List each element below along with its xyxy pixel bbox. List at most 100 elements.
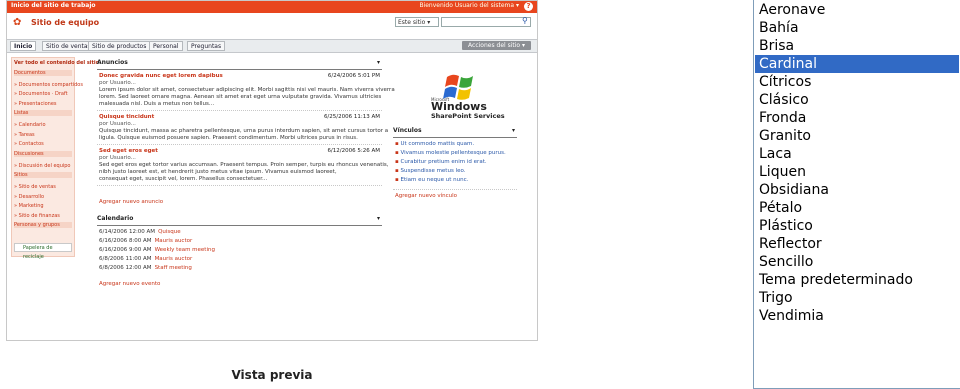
announcement-body-line: ligula. Quisque euismod posuere sapien. …	[99, 135, 358, 141]
calendar-row: 6/14/2006 12:00 AM Quisque	[99, 229, 181, 235]
theme-option[interactable]: Clásico	[757, 91, 957, 109]
nav-section-heading: Personas y grupos	[14, 222, 72, 228]
menu-arrow-icon: ▾	[511, 127, 515, 134]
theme-listbox[interactable]: Aeronave Bahía Brisa Cardinal Cítricos Clásic…	[753, 0, 960, 389]
nav-link: » Discusión del equipo	[14, 162, 71, 169]
calendar-time: 6/16/2006 8:00 AM	[99, 238, 152, 244]
preview-tab-bar: Inicio Sitio de ventas Sitio de producto…	[7, 39, 537, 53]
calendar-row: 6/8/2006 12:00 AM Staff meeting	[99, 265, 192, 271]
preview-tab: Inicio	[10, 41, 37, 51]
calendar-time: 6/14/2006 12:00 AM	[99, 229, 156, 235]
preview-search-input	[441, 17, 531, 27]
add-announcement-link: Agregar nuevo anuncio	[99, 199, 164, 205]
announcement-body-line: lorem. Sed laoreet ornare magna. Aenean …	[99, 94, 382, 100]
nav-section-heading: Listas	[14, 110, 72, 116]
theme-option[interactable]: Trigo	[757, 289, 957, 307]
site-logo-icon: ✿	[13, 17, 22, 28]
nav-link: » Presentaciones	[14, 100, 57, 107]
announcements-header: Anuncios	[97, 59, 128, 66]
preview-titlebar-text: Inicio del sitio de trabajo	[11, 2, 96, 9]
preview-tab: Sitio de productos	[88, 41, 151, 51]
theme-option[interactable]: Liquen	[757, 163, 957, 181]
theme-option[interactable]: Bahía	[757, 19, 957, 37]
windows-sharepoint-logo: Microsoft Windows SharePoint Services	[403, 71, 513, 120]
announcement-title: Quisque tincidunt	[99, 114, 155, 120]
announcement-body-line: Lorem ipsum dolor sit amet, consectetuer…	[99, 87, 395, 93]
menu-arrow-icon: ▾	[376, 215, 380, 222]
theme-option[interactable]: Pétalo	[757, 199, 957, 217]
preview-titlebar: Inicio del sitio de trabajo Bienvenido U…	[7, 1, 537, 13]
preview-announcements: Anuncios ▾ Donec gravida nunc eget lorem…	[97, 59, 395, 209]
calendar-time: 6/8/2006 12:00 AM	[99, 265, 152, 271]
calendar-event: Staff meeting	[154, 265, 192, 271]
links-header: Vínculos	[393, 127, 422, 134]
announcement-date: 6/24/2006 5:01 PM	[327, 73, 380, 79]
nav-link: » Tareas	[14, 131, 35, 138]
logo-line3: SharePoint Services	[431, 112, 505, 120]
calendar-row: 6/16/2006 9:00 AM Weekly team meeting	[99, 247, 215, 253]
theme-option[interactable]: Vendimia	[757, 307, 957, 325]
preview-site-title: Sitio de equipo	[31, 18, 100, 27]
calendar-row: 6/16/2006 8:00 AM Mauris auctor	[99, 238, 192, 244]
theme-option[interactable]: Obsidiana	[757, 181, 957, 199]
announcement-title: Donec gravida nunc eget lorem dapibus	[99, 73, 223, 79]
nav-link: Ver todo el contenido del sitio	[14, 60, 100, 66]
nav-link: » Documentos · Draft	[14, 91, 68, 97]
preview-caption: Vista previa	[231, 368, 313, 382]
preview-search-scope: Este sitio ▾	[395, 17, 439, 27]
theme-option[interactable]: Laca	[757, 145, 957, 163]
link-item: Suspendisse metus leo.	[395, 168, 465, 174]
link-item: Curabitur pretium enim id erat.	[395, 159, 486, 165]
announcement-body-line: Sed eget eros eget tortor varius accumsa…	[99, 162, 389, 168]
search-icon: ⚲	[522, 16, 528, 25]
nav-link: » Documentos compartidos	[14, 81, 83, 88]
announcement-body-line: consequat eget, suscipit vel, lorem. Pha…	[99, 176, 268, 182]
theme-option[interactable]: Granito	[757, 127, 957, 145]
calendar-header: Calendario	[97, 215, 134, 222]
preview-tab: Preguntas	[187, 41, 226, 51]
calendar-event: Mauris auctor	[154, 256, 193, 262]
calendar-event: Quisque	[158, 229, 181, 235]
announcement-body-line: Quisque tincidunt, massa ac pharetra pel…	[99, 128, 389, 134]
preview-links: Vínculos ▾ Ut commodo mattis quam. Vivamu…	[393, 127, 517, 207]
theme-option[interactable]: Cítricos	[757, 73, 957, 91]
calendar-row: 6/8/2006 11:00 AM Mauris auctor	[99, 256, 192, 262]
calendar-time: 6/16/2006 9:00 AM	[99, 247, 152, 253]
announcement-body-line: nibh justo laoreet est, et hendrerit jus…	[99, 169, 337, 175]
preview-tab: Sitio de ventas	[42, 41, 95, 51]
link-item: Etiam eu neque ut nunc.	[395, 177, 468, 183]
nav-link: » Desarrollo	[14, 193, 45, 200]
announcement-author: por Usuario...	[99, 80, 136, 86]
calendar-time: 6/8/2006 11:00 AM	[99, 256, 152, 262]
theme-option[interactable]: Sencillo	[757, 253, 957, 271]
nav-section-heading: Documentos	[14, 69, 72, 76]
calendar-event: Weekly team meeting	[154, 247, 215, 253]
announcement-author: por Usuario...	[99, 155, 136, 161]
add-event-link: Agregar nuevo evento	[99, 281, 161, 287]
theme-option[interactable]: Cardinal	[755, 55, 959, 73]
menu-arrow-icon: ▾	[376, 59, 380, 66]
preview-calendar: Calendario ▾ 6/14/2006 12:00 AM Quisque 6/…	[97, 215, 382, 295]
preview-tab: Personal	[149, 41, 183, 51]
nav-link: » Contactos	[14, 141, 44, 147]
theme-option[interactable]: Aeronave	[757, 1, 957, 19]
nav-link: » Sitio de ventas	[14, 184, 56, 190]
preview-quick-launch: Ver todo el contenido del sitio Documento…	[11, 57, 99, 260]
theme-option[interactable]: Fronda	[757, 109, 957, 127]
preview-recycle-bin: Papelera de reciclaje	[14, 243, 72, 260]
add-link-link: Agregar nuevo vínculo	[395, 193, 458, 199]
link-item: Ut commodo mattis quam.	[395, 141, 474, 147]
theme-preview: Inicio del sitio de trabajo Bienvenido U…	[6, 0, 538, 341]
calendar-event: Mauris auctor	[154, 238, 193, 244]
nav-section-heading: Discusiones	[14, 150, 72, 157]
nav-link: » Sitio de finanzas	[14, 212, 60, 219]
theme-option[interactable]: Plástico	[757, 217, 957, 235]
nav-section-heading: Sitios	[14, 172, 72, 178]
preview-site-actions: Acciones del sitio ▾	[462, 41, 531, 50]
theme-option[interactable]: Reflector	[757, 235, 957, 253]
announcement-date: 6/12/2006 5:26 AM	[327, 148, 380, 154]
nav-link: » Marketing	[14, 203, 44, 209]
announcement-body-line: malesuada nisl. Duis a metus non tellus.…	[99, 101, 215, 107]
theme-option[interactable]: Brisa	[757, 37, 957, 55]
theme-option[interactable]: Tema predeterminado	[757, 271, 957, 289]
